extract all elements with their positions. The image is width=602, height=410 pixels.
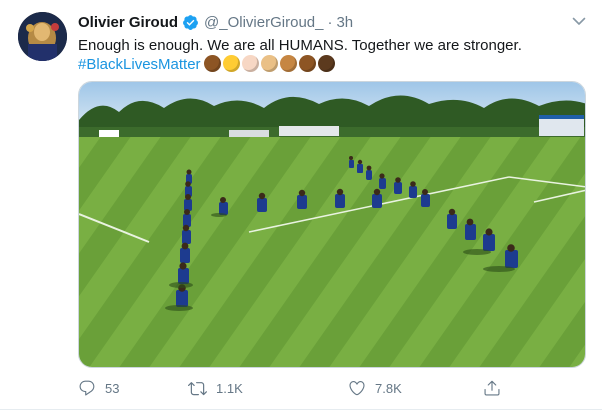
tweet-actions: 53 1.1K 7.8K — [78, 376, 508, 400]
raised-fist-dark-emoji-icon — [317, 55, 335, 72]
raised-fist-medium-light-emoji-icon — [260, 55, 278, 72]
hashtag-link[interactable]: #BlackLivesMatter — [78, 56, 201, 73]
avatar[interactable] — [18, 12, 67, 61]
clasped-hands-medium-dark-emoji-icon — [203, 55, 221, 72]
tweet-header: Olivier Giroud @_OlivierGiroud_ · 3h — [78, 12, 353, 32]
tweet-text: Enough is enough. We are all HUMANS. Tog… — [78, 36, 588, 74]
author-handle[interactable]: @_OlivierGiroud_ — [204, 14, 323, 31]
author-name[interactable]: Olivier Giroud — [78, 14, 178, 31]
emoji-group — [203, 55, 337, 72]
like-count: 7.8K — [375, 380, 402, 396]
raised-fist-yellow-emoji-icon — [222, 55, 240, 72]
chevron-down-icon[interactable] — [570, 12, 588, 30]
avatar-image — [18, 12, 67, 61]
reply-count: 53 — [105, 380, 120, 396]
raised-fist-light-emoji-icon — [241, 55, 259, 72]
tweet-timestamp[interactable]: 3h — [336, 14, 353, 31]
photo-players-kneeling-on-pitch — [79, 82, 585, 367]
tweet-card[interactable]: Olivier Giroud @_OlivierGiroud_ · 3h Eno… — [0, 0, 602, 410]
tweet-photo[interactable] — [78, 81, 586, 368]
retweet-count: 1.1K — [216, 380, 243, 396]
retweet-button[interactable]: 1.1K — [188, 376, 243, 400]
reply-button[interactable]: 53 — [78, 376, 119, 400]
share-icon — [484, 380, 500, 396]
separator-dot: · — [327, 13, 333, 31]
tweet-text-line: Enough is enough. We are all HUMANS. Tog… — [78, 37, 522, 54]
tweet-text-line: #BlackLivesMatter — [78, 55, 588, 74]
raised-fist-medium-dark-emoji-icon — [298, 55, 316, 72]
heart-icon — [349, 381, 365, 396]
reply-icon — [79, 380, 95, 396]
retweet-icon — [188, 381, 207, 395]
like-button[interactable]: 7.8K — [348, 376, 402, 400]
verified-badge-icon — [182, 14, 199, 31]
raised-fist-medium-emoji-icon — [279, 55, 297, 72]
share-button[interactable] — [483, 376, 510, 400]
